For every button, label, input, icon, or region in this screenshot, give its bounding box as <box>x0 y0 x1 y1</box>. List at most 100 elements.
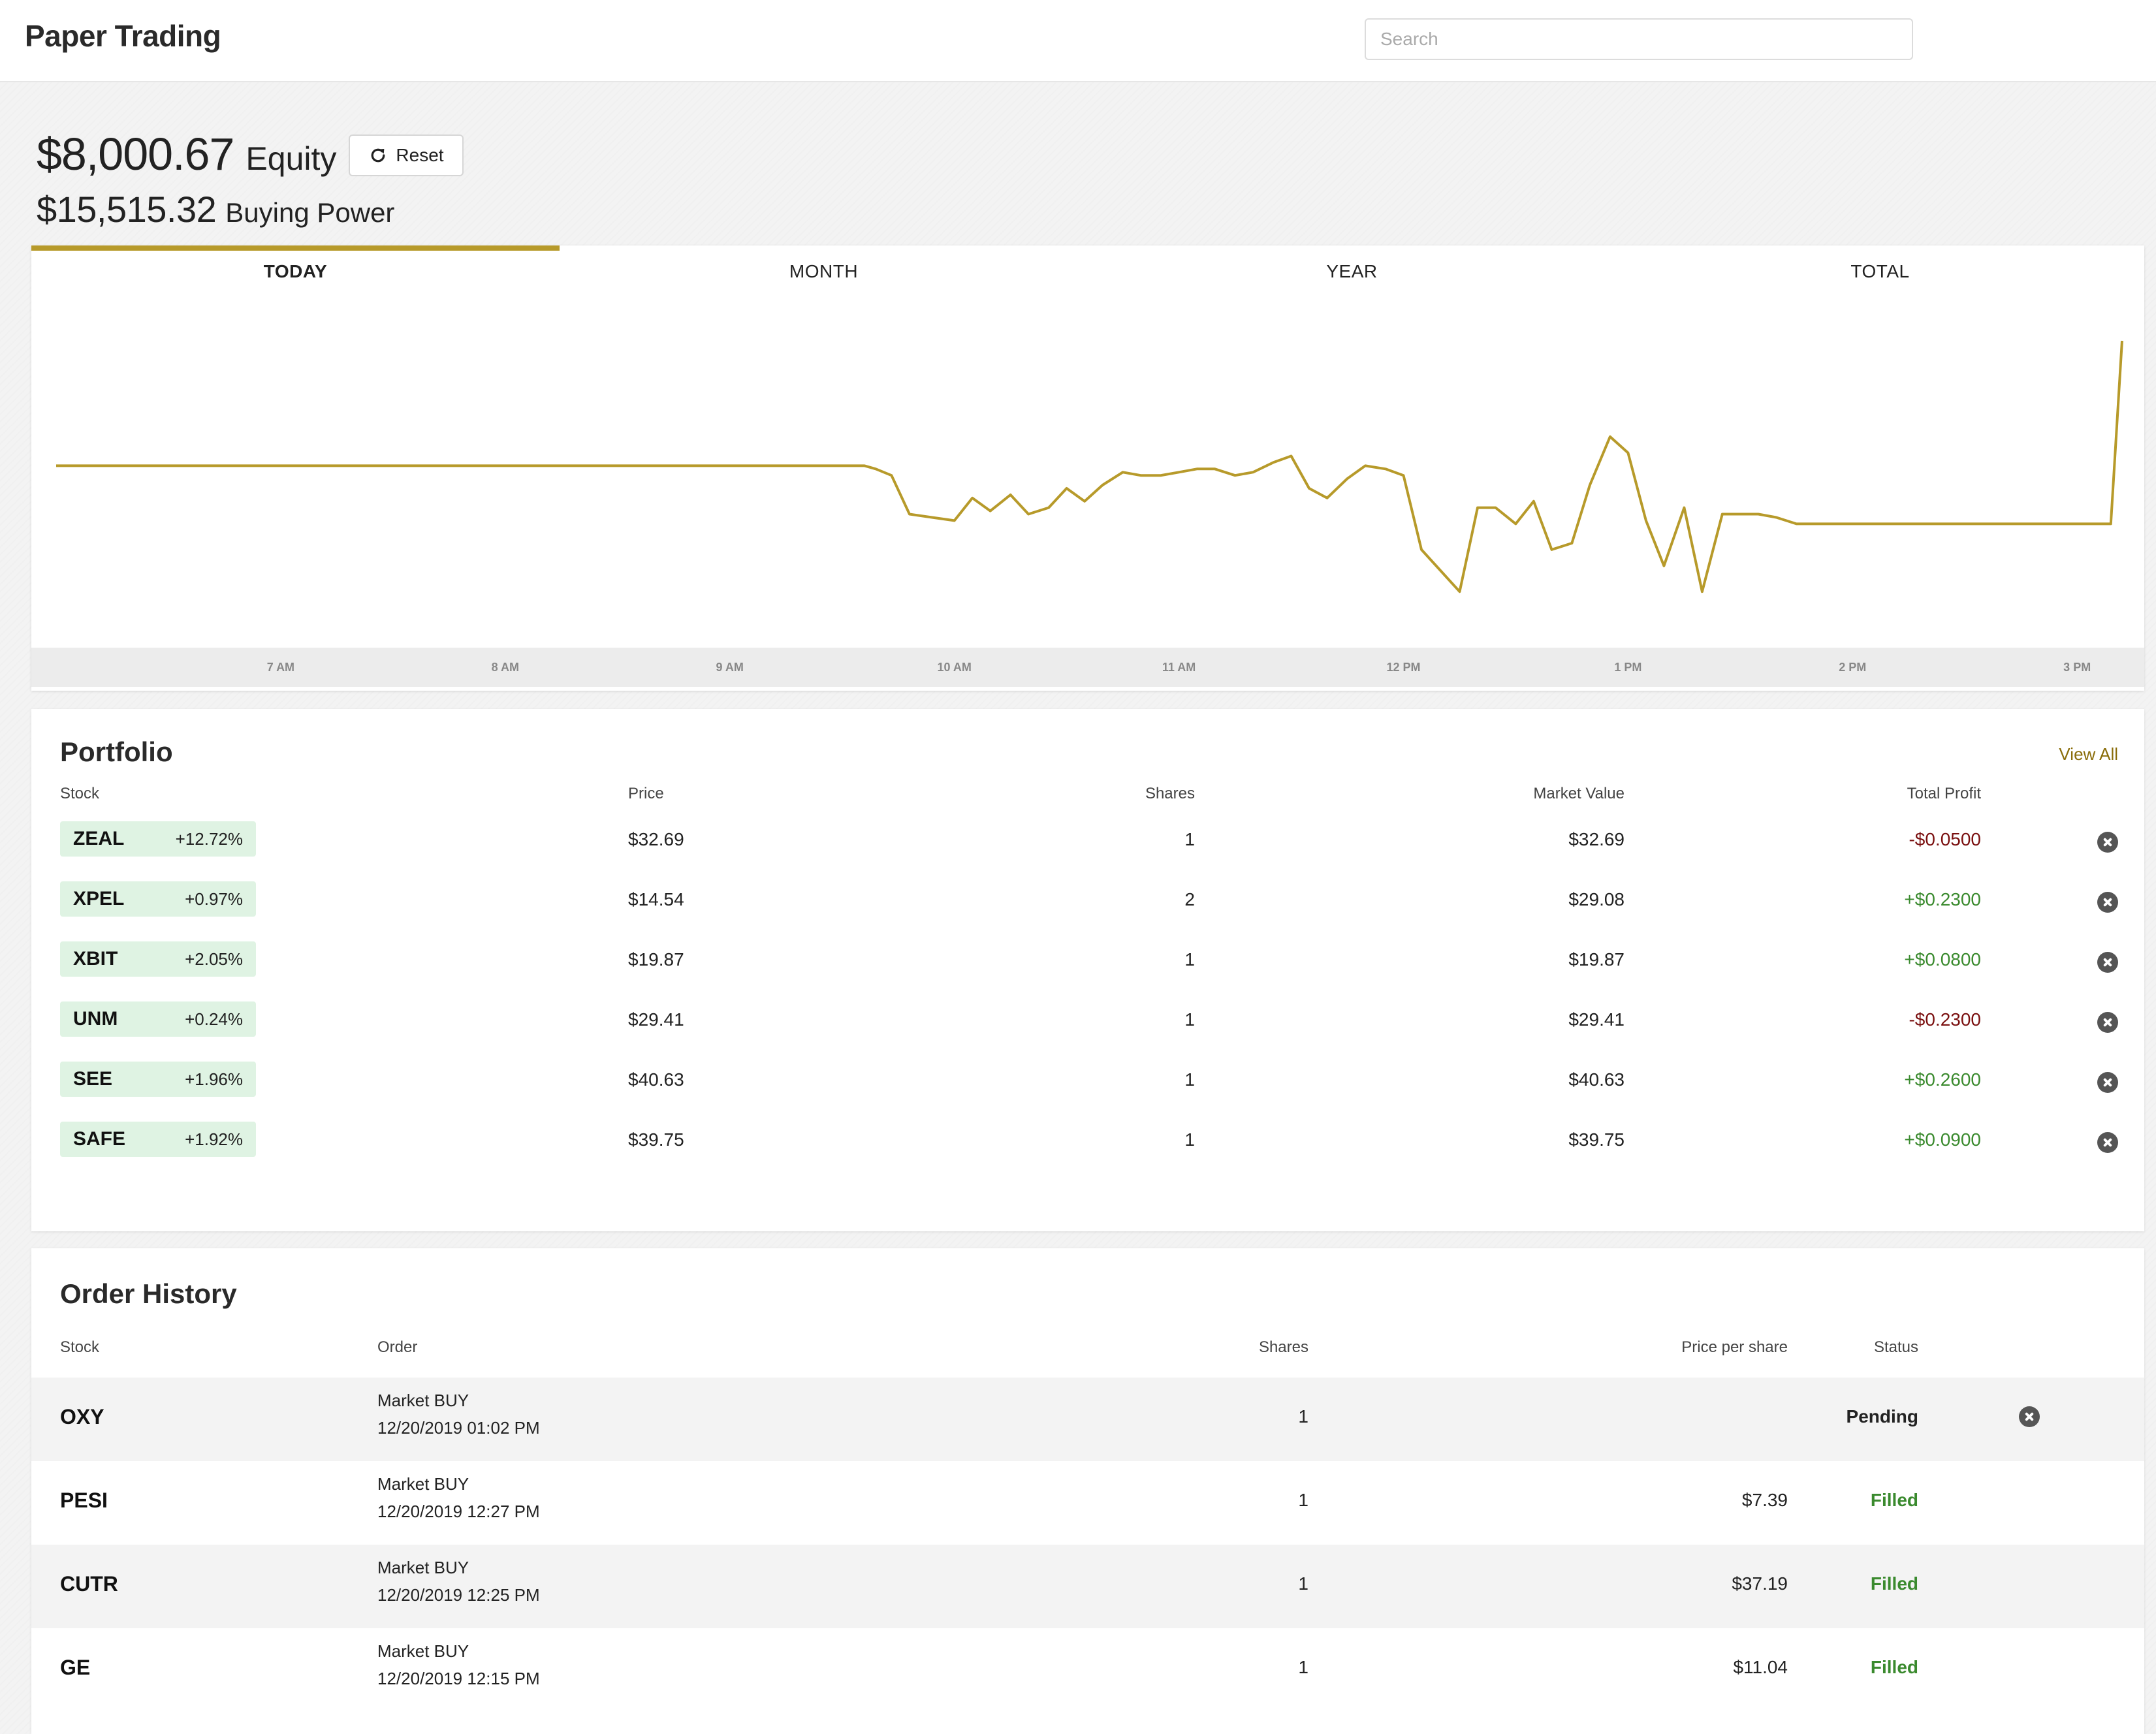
x-tick-label: 2 PM <box>1839 661 1867 674</box>
order-history-card: Order History Stock Order Shares Price p… <box>31 1248 2144 1734</box>
order-status: Filled <box>1870 1657 1918 1677</box>
col-market-value: Market Value <box>1533 785 1625 802</box>
shares-cell: 1 <box>1184 1009 1195 1030</box>
top-bar: Paper Trading <box>0 0 2156 82</box>
order-status: Filled <box>1870 1490 1918 1510</box>
market-value-cell: $29.08 <box>1568 889 1625 909</box>
equity-label: Equity <box>246 140 337 177</box>
x-tick-label: 7 AM <box>266 661 295 674</box>
search-input[interactable] <box>1365 18 1913 60</box>
portfolio-row[interactable]: SAFE +1.92% $39.75 1 $39.75 +$0.0900 <box>31 1106 2144 1166</box>
order-row[interactable]: GE Market BUY 12/20/2019 12:15 PM 1 $11.04 Fi… <box>31 1628 2144 1712</box>
order-row[interactable]: OXY Market BUY 12/20/2019 01:02 PM 1 Pending <box>31 1378 2144 1461</box>
market-value-cell: $39.75 <box>1568 1129 1625 1150</box>
order-type: Market BUY <box>377 1641 469 1661</box>
total-profit-cell: +$0.2300 <box>1904 889 1981 909</box>
equity-value: $8,000.67 <box>37 129 234 180</box>
col-stock: Stock <box>60 1338 100 1356</box>
total-profit-cell: +$0.0900 <box>1904 1129 1981 1150</box>
close-position-icon[interactable] <box>2097 1132 2118 1153</box>
reset-button[interactable]: Reset <box>349 134 464 176</box>
ticker-symbol: UNM <box>73 1008 118 1030</box>
ticker-symbol: SEE <box>73 1068 113 1090</box>
percent-change: +2.05% <box>185 949 243 969</box>
order-symbol: PESI <box>60 1489 108 1512</box>
total-profit-cell: +$0.0800 <box>1904 949 1981 969</box>
col-stock: Stock <box>60 785 100 802</box>
order-history-title: Order History <box>60 1278 237 1309</box>
shares-cell: 1 <box>1184 829 1195 849</box>
tab-today[interactable]: TODAY <box>31 245 560 298</box>
ticker-symbol: XBIT <box>73 948 118 969</box>
ticker-badge: XPEL +0.97% <box>60 881 256 917</box>
x-tick-label: 1 PM <box>1614 661 1642 674</box>
portfolio-card: Portfolio View All Stock Price Shares Ma… <box>31 709 2144 1231</box>
total-profit-cell: +$0.2600 <box>1904 1069 1981 1090</box>
x-tick-label: 10 AM <box>937 661 972 674</box>
percent-change: +0.24% <box>185 1009 243 1029</box>
col-shares: Shares <box>1145 785 1195 802</box>
x-tick-label: 9 AM <box>716 661 744 674</box>
cancel-order-icon[interactable] <box>2019 1406 2040 1427</box>
shares-cell: 1 <box>1184 1069 1195 1090</box>
order-type: Market BUY <box>377 1474 469 1494</box>
portfolio-row[interactable]: SEE +1.96% $40.63 1 $40.63 +$0.2600 <box>31 1046 2144 1106</box>
timeframe-tabs: TODAY MONTH YEAR TOTAL <box>31 245 2144 298</box>
equity-summary: $8,000.67 Equity <box>37 128 336 180</box>
tab-year[interactable]: YEAR <box>1088 245 1616 298</box>
order-type: Market BUY <box>377 1391 469 1410</box>
order-status: Filled <box>1870 1573 1918 1594</box>
order-type: Market BUY <box>377 1558 469 1577</box>
order-symbol: CUTR <box>60 1572 118 1596</box>
order-symbol: OXY <box>60 1405 104 1428</box>
order-row[interactable]: CUTR Market BUY 12/20/2019 12:25 PM 1 $37.19… <box>31 1545 2144 1628</box>
order-shares: 1 <box>1298 1573 1308 1594</box>
order-row[interactable]: PESI Market BUY 12/20/2019 12:27 PM 1 $7.39 F… <box>31 1461 2144 1545</box>
close-position-icon[interactable] <box>2097 1072 2118 1093</box>
close-position-icon[interactable] <box>2097 952 2118 973</box>
order-price: $7.39 <box>1741 1490 1788 1510</box>
tab-total[interactable]: TOTAL <box>1616 245 2144 298</box>
percent-change: +1.96% <box>185 1069 243 1089</box>
close-position-icon[interactable] <box>2097 1012 2118 1033</box>
portfolio-row[interactable]: XBIT +2.05% $19.87 1 $19.87 +$0.0800 <box>31 926 2144 986</box>
ticker-badge: SEE +1.96% <box>60 1062 256 1097</box>
view-all-link[interactable]: View All <box>2059 744 2118 765</box>
x-tick-label: 8 AM <box>491 661 519 674</box>
percent-change: +12.72% <box>175 829 243 849</box>
buying-power-value: $15,515.32 <box>37 189 217 230</box>
portfolio-row[interactable]: XPEL +0.97% $14.54 2 $29.08 +$0.2300 <box>31 866 2144 926</box>
app-title: Paper Trading <box>25 19 221 53</box>
total-profit-cell: -$0.0500 <box>1909 829 1981 849</box>
ticker-symbol: SAFE <box>73 1128 126 1150</box>
close-position-icon[interactable] <box>2097 832 2118 853</box>
shares-cell: 2 <box>1184 889 1195 909</box>
close-position-icon[interactable] <box>2097 892 2118 913</box>
order-date: 12/20/2019 12:25 PM <box>377 1585 540 1605</box>
order-price: $37.19 <box>1732 1573 1788 1594</box>
equity-series-line <box>56 340 2123 593</box>
order-date: 12/20/2019 01:02 PM <box>377 1418 540 1438</box>
order-shares: 1 <box>1298 1657 1308 1677</box>
col-order: Order <box>377 1338 418 1356</box>
total-profit-cell: -$0.2300 <box>1909 1009 1981 1030</box>
price-cell: $29.41 <box>628 1009 684 1030</box>
portfolio-title: Portfolio <box>60 736 173 767</box>
order-shares: 1 <box>1298 1490 1308 1510</box>
market-value-cell: $32.69 <box>1568 829 1625 849</box>
tab-month[interactable]: MONTH <box>560 245 1088 298</box>
ticker-badge: UNM +0.24% <box>60 1001 256 1037</box>
market-value-cell: $40.63 <box>1568 1069 1625 1090</box>
col-price: Price <box>628 785 664 802</box>
order-status: Pending <box>1846 1406 1918 1427</box>
order-date: 12/20/2019 12:27 PM <box>377 1502 540 1521</box>
portfolio-row[interactable]: ZEAL +12.72% $32.69 1 $32.69 -$0.0500 <box>31 806 2144 866</box>
price-cell: $39.75 <box>628 1129 684 1150</box>
col-total-profit: Total Profit <box>1907 785 1981 802</box>
price-cell: $14.54 <box>628 889 684 909</box>
col-status: Status <box>1873 1338 1918 1356</box>
portfolio-row[interactable]: UNM +0.24% $29.41 1 $29.41 -$0.2300 <box>31 986 2144 1046</box>
ticker-badge: ZEAL +12.72% <box>60 821 256 857</box>
percent-change: +0.97% <box>185 889 243 909</box>
shares-cell: 1 <box>1184 1129 1195 1150</box>
